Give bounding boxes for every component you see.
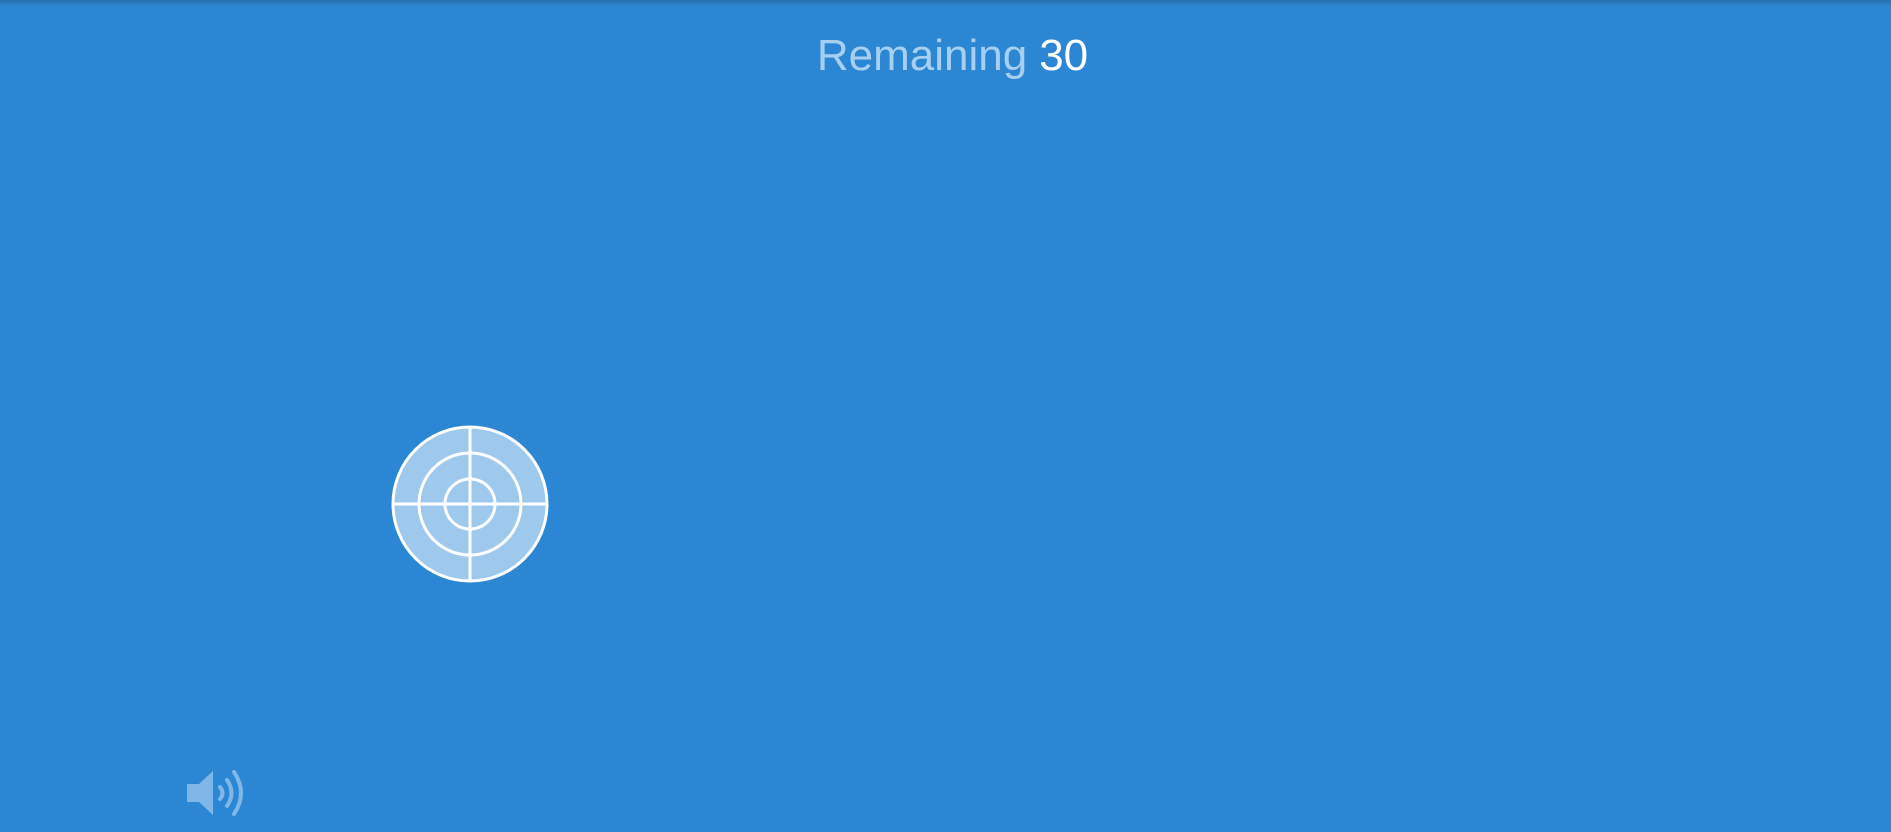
remaining-counter: Remaining 30	[0, 28, 1891, 84]
top-edge-shadow	[0, 0, 1891, 6]
crosshair-target-icon	[391, 425, 549, 583]
sound-toggle-button[interactable]	[183, 763, 253, 823]
remaining-label: Remaining	[816, 31, 1028, 80]
target-button[interactable]	[390, 424, 550, 584]
remaining-value: 30	[1039, 31, 1089, 80]
speaker-volume-icon	[187, 770, 243, 816]
game-stage: Remaining 30	[0, 0, 1891, 832]
